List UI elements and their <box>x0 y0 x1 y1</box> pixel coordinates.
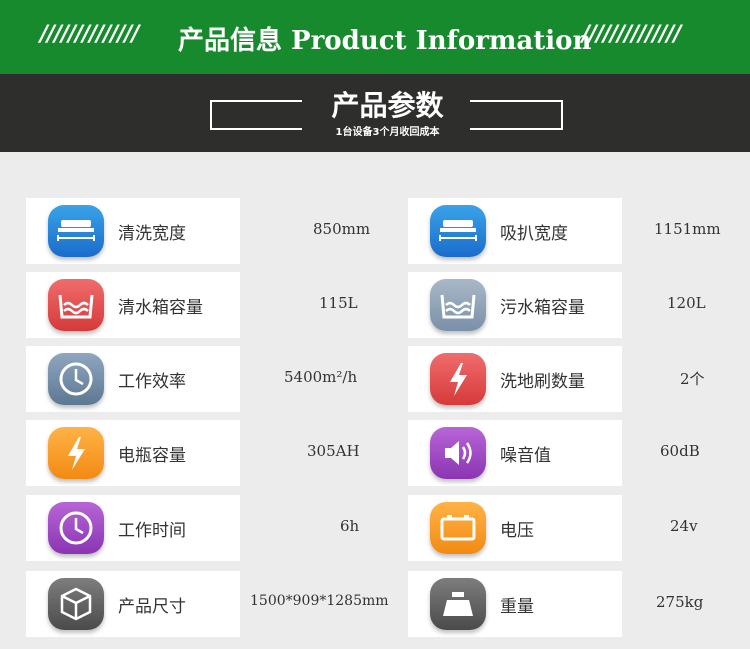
brush-deck-icon <box>48 205 104 257</box>
param-card-efficiency: 工作效率 5400m²/h <box>26 346 357 412</box>
banner-title: 产品参数 <box>331 89 444 122</box>
param-value: 2个 <box>680 370 705 388</box>
param-card-clean-tank: 清水箱容量 115L <box>26 272 358 338</box>
param-label: 洗地刷数量 <box>500 372 585 392</box>
param-label: 电瓶容量 <box>118 446 186 466</box>
param-label: 工作时间 <box>118 521 186 541</box>
param-label: 噪音值 <box>500 446 551 466</box>
box-icon <box>48 578 104 630</box>
param-card-weight: 重量 275kg <box>408 571 703 637</box>
param-value: 60dB <box>660 442 700 460</box>
battery-icon <box>430 502 486 554</box>
banner-frame-right <box>470 100 563 130</box>
lightning-icon <box>430 353 486 405</box>
header-title: 产品信息 Product Information <box>178 26 592 56</box>
weight-icon <box>430 578 486 630</box>
param-card-noise: 噪音值 60dB <box>408 420 700 486</box>
param-label: 产品尺寸 <box>118 597 186 617</box>
param-card-voltage: 电压 24v <box>408 495 698 561</box>
param-label: 电压 <box>500 521 534 541</box>
clock-icon <box>48 353 104 405</box>
param-card-squeegee-width: 吸扒宽度 1151mm <box>408 198 721 264</box>
lightning-icon <box>48 427 104 479</box>
speaker-icon <box>430 427 486 479</box>
param-label: 清水箱容量 <box>118 298 203 318</box>
param-label: 污水箱容量 <box>500 298 585 318</box>
param-card-work-time: 工作时间 6h <box>26 495 359 561</box>
param-card-battery-capacity: 电瓶容量 305AH <box>26 420 360 486</box>
param-card-cleaning-width: 清洗宽度 850mm <box>26 198 370 264</box>
param-value: 1500*909*1285mm <box>250 593 389 609</box>
param-value: 24v <box>670 517 698 535</box>
param-value: 5400m²/h <box>284 368 358 386</box>
param-card-waste-tank: 污水箱容量 120L <box>408 272 706 338</box>
param-value: 1151mm <box>654 220 721 238</box>
param-card-brush-count: 洗地刷数量 2个 <box>408 346 705 412</box>
param-label: 清洗宽度 <box>118 224 186 244</box>
water-tank-icon <box>48 279 104 331</box>
waste-tank-icon <box>430 279 486 331</box>
param-label: 工作效率 <box>118 372 186 392</box>
param-value: 6h <box>340 517 360 535</box>
banner-frame-left <box>210 100 302 130</box>
param-label: 吸扒宽度 <box>500 224 568 244</box>
header-slashes-left: ////////////// <box>40 22 139 47</box>
param-card-dimensions: 产品尺寸 1500*909*1285mm <box>26 571 389 637</box>
param-value: 850mm <box>313 220 371 238</box>
header-slashes-right: ////////////// <box>582 22 681 47</box>
param-value: 275kg <box>656 593 704 611</box>
clock-icon <box>48 502 104 554</box>
squeegee-icon <box>430 205 486 257</box>
param-value: 115L <box>319 294 358 312</box>
param-label: 重量 <box>500 597 534 617</box>
banner-subtitle: 1台设备3个月收回成本 <box>335 127 440 138</box>
param-value: 305AH <box>307 442 360 460</box>
param-value: 120L <box>667 294 706 312</box>
